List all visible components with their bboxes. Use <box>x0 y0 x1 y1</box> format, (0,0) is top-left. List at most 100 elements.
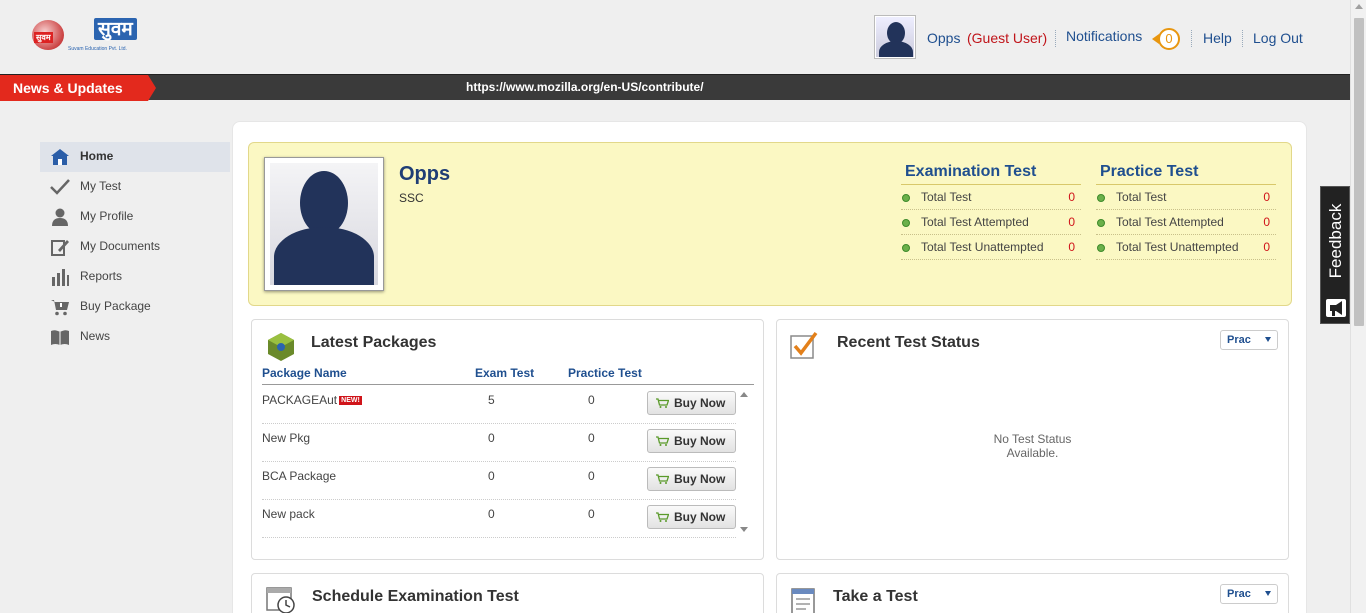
sidebar-item-home[interactable]: Home <box>40 142 230 172</box>
test-type-select[interactable]: Prac <box>1220 584 1278 604</box>
bullet-icon <box>902 219 910 227</box>
table-row: New Pkg 0 0 Buy Now <box>262 424 736 462</box>
latest-packages-card: Latest Packages Package Name Exam Test P… <box>251 319 764 560</box>
scroll-down-icon[interactable] <box>740 527 748 532</box>
sidebar-item-my-test[interactable]: My Test <box>40 172 230 202</box>
buy-now-button[interactable]: Buy Now <box>647 391 736 415</box>
profile-name: Opps <box>399 163 451 185</box>
sidebar-item-label: Home <box>80 149 114 163</box>
stat-row: Total Test Unattempted 0 <box>901 235 1081 260</box>
package-name[interactable]: PACKAGEAut NEW! <box>262 393 362 407</box>
logo[interactable]: सुवम सुवम Suvam Education Pvt. Ltd. <box>30 16 137 60</box>
package-list-scrollbar[interactable] <box>738 386 750 548</box>
bullet-icon <box>1097 244 1105 252</box>
sidebar-item-my-documents[interactable]: My Documents <box>40 232 230 262</box>
exam-count: 0 <box>488 431 495 445</box>
feedback-tab[interactable]: Feedback <box>1320 186 1350 324</box>
table-row: PACKAGEAut NEW! 5 0 Buy Now <box>262 386 736 424</box>
package-name[interactable]: New Pkg <box>262 431 310 445</box>
stat-title: Practice Test <box>1096 163 1276 185</box>
notification-count-badge[interactable]: 0 <box>1158 28 1180 50</box>
stat-label: Total Test Unattempted <box>1116 240 1239 254</box>
stat-row: Total Test 0 <box>901 185 1081 210</box>
buy-now-button[interactable]: Buy Now <box>647 467 736 491</box>
sidebar-item-label: My Profile <box>80 209 134 223</box>
divider <box>1055 30 1056 47</box>
checklist-icon <box>790 331 818 359</box>
stat-row: Total Test Unattempted 0 <box>1096 235 1276 260</box>
empty-state-message: No Test Status Available. <box>777 432 1288 460</box>
test-type-select[interactable]: Prac <box>1220 330 1278 350</box>
buy-now-label: Buy Now <box>674 396 726 410</box>
notifications-link[interactable]: Notifications <box>1066 28 1142 44</box>
recent-test-status-card: Recent Test Status Prac No Test Status A… <box>776 319 1289 560</box>
empty-state-line: No Test Status <box>993 432 1072 446</box>
practice-count: 0 <box>588 431 595 445</box>
sidebar-item-label: Buy Package <box>80 299 151 313</box>
logo-subtitle: Suvam Education Pvt. Ltd. <box>68 46 127 52</box>
stat-label: Total Test Unattempted <box>921 240 1044 254</box>
sidebar-item-my-profile[interactable]: My Profile <box>40 202 230 232</box>
header-divider <box>262 384 754 385</box>
home-icon <box>51 149 69 165</box>
select-value: Prac <box>1227 334 1251 346</box>
card-title: Schedule Examination Test <box>312 588 519 605</box>
news-label: News & Updates <box>0 75 156 101</box>
practice-count: 0 <box>588 393 595 407</box>
card-title: Latest Packages <box>311 334 437 351</box>
avatar[interactable] <box>874 15 916 59</box>
buy-now-button[interactable]: Buy Now <box>647 505 736 529</box>
stat-value: 0 <box>1263 190 1270 204</box>
sidebar: Home My Test My Profile My Documents Rep… <box>40 142 230 352</box>
package-cube-icon <box>268 333 294 361</box>
stat-value: 0 <box>1068 190 1075 204</box>
feedback-label: Feedback <box>1326 203 1345 279</box>
package-name[interactable]: New pack <box>262 507 315 521</box>
chevron-down-icon <box>1265 591 1271 596</box>
logo-mark: सुवम <box>34 32 53 43</box>
user-icon <box>52 208 68 226</box>
sidebar-item-buy-package[interactable]: Buy Package <box>40 292 230 322</box>
book-icon <box>51 330 69 345</box>
scroll-thumb[interactable] <box>1354 18 1364 326</box>
practice-count: 0 <box>588 469 595 483</box>
sidebar-item-reports[interactable]: Reports <box>40 262 230 292</box>
page-scrollbar[interactable] <box>1350 0 1366 613</box>
profile-summary: Opps SSC Examination Test Total Test 0 To… <box>248 142 1292 306</box>
scroll-up-icon[interactable] <box>740 392 748 397</box>
divider <box>1191 30 1192 47</box>
cart-icon <box>656 512 669 522</box>
select-value: Prac <box>1227 588 1251 600</box>
scroll-up-icon[interactable] <box>1355 4 1363 9</box>
column-header: Practice Test <box>568 366 642 380</box>
megaphone-icon <box>1326 299 1346 317</box>
help-link[interactable]: Help <box>1203 30 1232 46</box>
cart-icon <box>656 436 669 446</box>
buy-now-button[interactable]: Buy Now <box>647 429 736 453</box>
card-title: Recent Test Status <box>837 334 980 351</box>
column-header: Exam Test <box>475 366 535 380</box>
bullet-icon <box>1097 219 1105 227</box>
bar-chart-icon <box>52 269 69 286</box>
user-name-link[interactable]: Opps <box>927 30 960 46</box>
news-ticker-text[interactable]: https://www.mozilla.org/en-US/contribute… <box>466 80 704 94</box>
table-row: New pack 0 0 Buy Now <box>262 500 736 538</box>
profile-photo[interactable] <box>264 157 384 291</box>
package-name-text: PACKAGEAut <box>262 393 338 407</box>
divider <box>1242 30 1243 47</box>
logout-link[interactable]: Log Out <box>1253 30 1303 46</box>
profile-course: SSC <box>399 191 424 205</box>
empty-state-line: Available. <box>1006 446 1059 460</box>
stat-value: 0 <box>1263 215 1270 229</box>
stat-title: Examination Test <box>901 163 1081 185</box>
calendar-clock-icon <box>266 587 295 613</box>
main-panel: Opps SSC Examination Test Total Test 0 To… <box>232 121 1307 613</box>
edit-document-icon <box>51 240 69 256</box>
stat-label: Total Test <box>921 190 972 204</box>
cart-icon <box>656 398 669 408</box>
take-a-test-card: Take a Test Prac <box>776 573 1289 613</box>
package-name[interactable]: BCA Package <box>262 469 336 483</box>
sidebar-item-news[interactable]: News <box>40 322 230 352</box>
buy-now-label: Buy Now <box>674 472 726 486</box>
user-role: (Guest User) <box>967 30 1048 46</box>
